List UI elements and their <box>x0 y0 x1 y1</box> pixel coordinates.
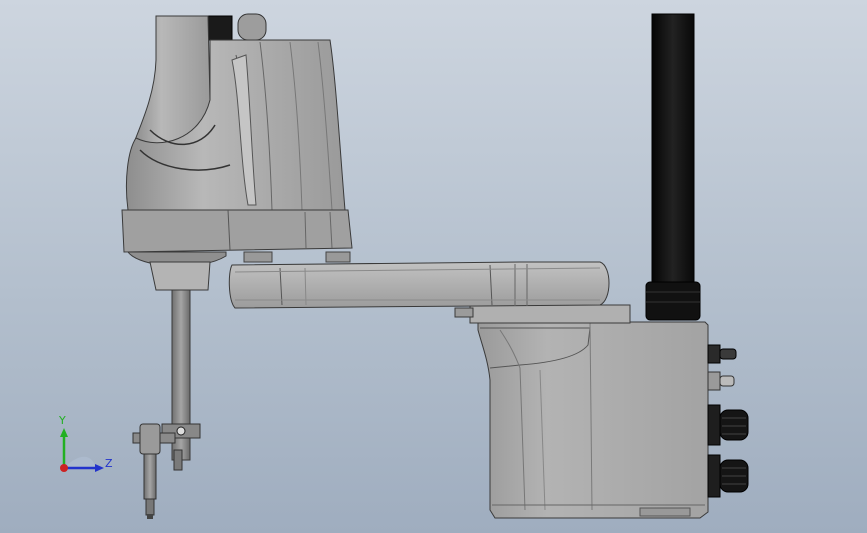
y-axis-label: Y <box>58 414 66 427</box>
cad-viewport[interactable]: Y Z <box>0 0 867 533</box>
robot-base <box>477 309 709 519</box>
z-axis-arrow <box>95 464 104 472</box>
motor-housing <box>121 13 353 291</box>
y-axis-arrow <box>60 428 68 437</box>
robot-arm <box>228 261 610 309</box>
vertical-column <box>645 13 701 321</box>
axis-triad: Y Z <box>58 414 113 472</box>
z-axis-label: Z <box>105 457 113 470</box>
scara-robot-model[interactable] <box>0 0 867 533</box>
base-joint <box>454 304 631 324</box>
x-axis-dot <box>60 464 68 472</box>
cable-connectors <box>707 344 749 498</box>
end-effector-tool <box>132 423 176 519</box>
